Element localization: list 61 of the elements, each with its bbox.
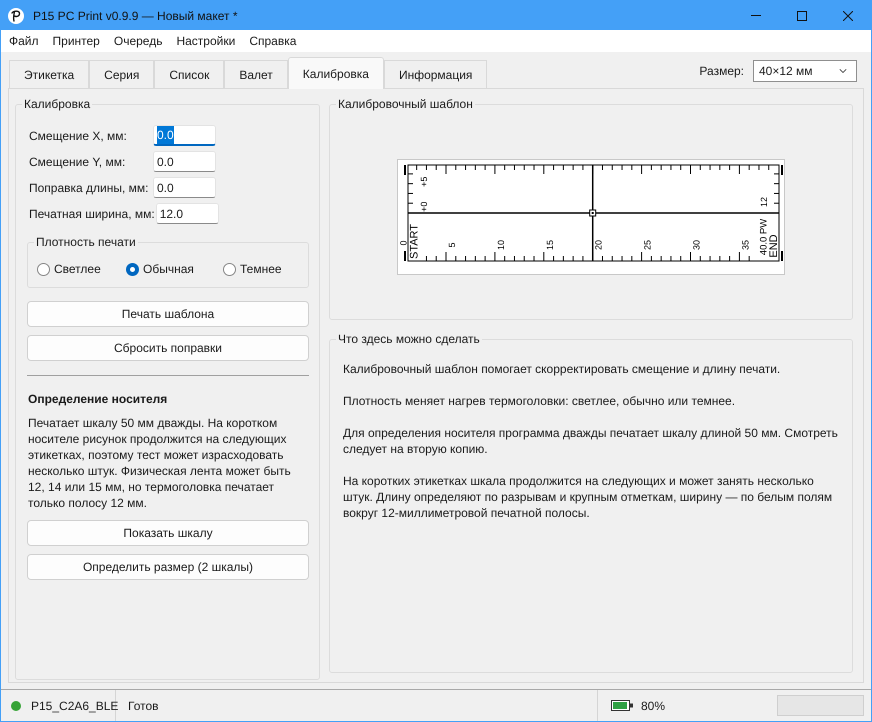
input-field[interactable]: 0.0 xyxy=(153,125,216,146)
print-template-button[interactable]: Печать шаблона xyxy=(27,301,309,327)
device-name: P15_C2A6_BLE xyxy=(31,698,118,714)
input-field[interactable]: 0.0 xyxy=(153,177,216,198)
menu-item[interactable]: Очередь xyxy=(110,31,166,51)
group-title: Калибровка xyxy=(23,97,92,111)
help-text: Калибровочный шаблон помогает скорректировать смещение и длину печати. xyxy=(343,361,782,377)
tab[interactable]: Список xyxy=(154,60,224,88)
show-scale-button[interactable]: Показать шкалу xyxy=(27,520,309,546)
scale-label: 25 xyxy=(642,240,653,250)
field-label: Печатная ширина, мм: xyxy=(28,206,156,222)
app-logo-icon xyxy=(8,8,24,24)
scale-label: 10 xyxy=(496,240,506,250)
size-label: Размер: xyxy=(699,63,744,80)
help-text: Для определения носителя программа дважды печатает шкалу длиной 50 мм. Смотреть следует на вторую копию. xyxy=(343,425,839,457)
battery-percent: 80% xyxy=(641,698,666,714)
group-title: Калибровочный шаблон xyxy=(337,97,474,111)
length-label: 40.0 PW xyxy=(758,218,770,256)
field-label: Поправка длины, мм: xyxy=(28,180,150,196)
status-text: Готов xyxy=(128,698,159,714)
close-icon xyxy=(843,10,853,20)
scale-label: 5 xyxy=(447,242,457,248)
menu-item[interactable]: Настройки xyxy=(172,31,240,51)
menu-item[interactable]: Файл xyxy=(5,31,43,51)
input-field[interactable]: 0.0 xyxy=(153,151,216,172)
battery-icon xyxy=(611,700,633,711)
offset-label: +0 xyxy=(419,202,429,212)
tab[interactable]: Информация xyxy=(384,60,488,88)
minimize-icon xyxy=(751,15,761,16)
input-field[interactable]: 12.0 xyxy=(156,203,219,224)
tab[interactable]: Серия xyxy=(89,60,154,88)
tab[interactable]: Калибровка xyxy=(288,57,384,89)
detect-size-button[interactable]: Определить размер (2 шкалы) xyxy=(27,554,309,580)
end-label: END xyxy=(768,234,780,258)
width-label: 12 xyxy=(759,197,769,207)
radio-option[interactable]: Обычная xyxy=(126,260,223,278)
radio-option[interactable]: Темнее xyxy=(223,260,282,278)
scale-label: 20 xyxy=(594,240,604,250)
maximize-icon xyxy=(797,10,807,20)
scale-label: 35 xyxy=(740,240,750,250)
tab[interactable]: Этикетка xyxy=(9,60,90,88)
help-text: Плотность меняет нагрев термоголовки: светлее, обычно или темнее. xyxy=(343,393,736,409)
scale-label: 30 xyxy=(692,240,702,250)
zero-label: 0 xyxy=(398,240,408,246)
size-dropdown[interactable]: 40×12 мм xyxy=(753,60,857,82)
radio-option[interactable]: Светлее xyxy=(37,260,126,278)
menu-item[interactable]: Справка xyxy=(245,31,300,51)
field-label: Смещение Y, мм: xyxy=(28,154,126,170)
scale-label: 15 xyxy=(544,240,555,250)
offset-label: +5 xyxy=(419,176,429,187)
tab[interactable]: Валет xyxy=(224,60,288,88)
section-text: Печатает шкалу 50 мм дважды. На коротком носителе рисунок продолжится на следующих этикетках, поэтому тест может израсходовать несколько штук. Физическая лента может быть 12, 14 или 15 мм, но термоголовка печатает только полосу 12 мм. xyxy=(27,415,292,511)
group-title: Плотность печати xyxy=(35,235,137,249)
start-label: START xyxy=(408,224,420,260)
reset-button[interactable]: Сбросить поправки xyxy=(27,335,309,361)
menu-item[interactable]: Принтер xyxy=(48,31,104,51)
window-title: P15 PC Print v0.9.9 — Новый макет * xyxy=(33,8,238,24)
field-label: Смещение X, мм: xyxy=(28,128,128,144)
help-text: На коротких этикетках шкала продолжится на следующих и может занять несколько штук. Длину определяют по разрывам и крупным отметкам, ширину — по белым полям вокруг 12-миллиметровой печатной полосы. xyxy=(343,473,834,521)
group-title: Что здесь можно сделать xyxy=(337,332,481,346)
section-heading: Определение носителя xyxy=(27,392,168,407)
